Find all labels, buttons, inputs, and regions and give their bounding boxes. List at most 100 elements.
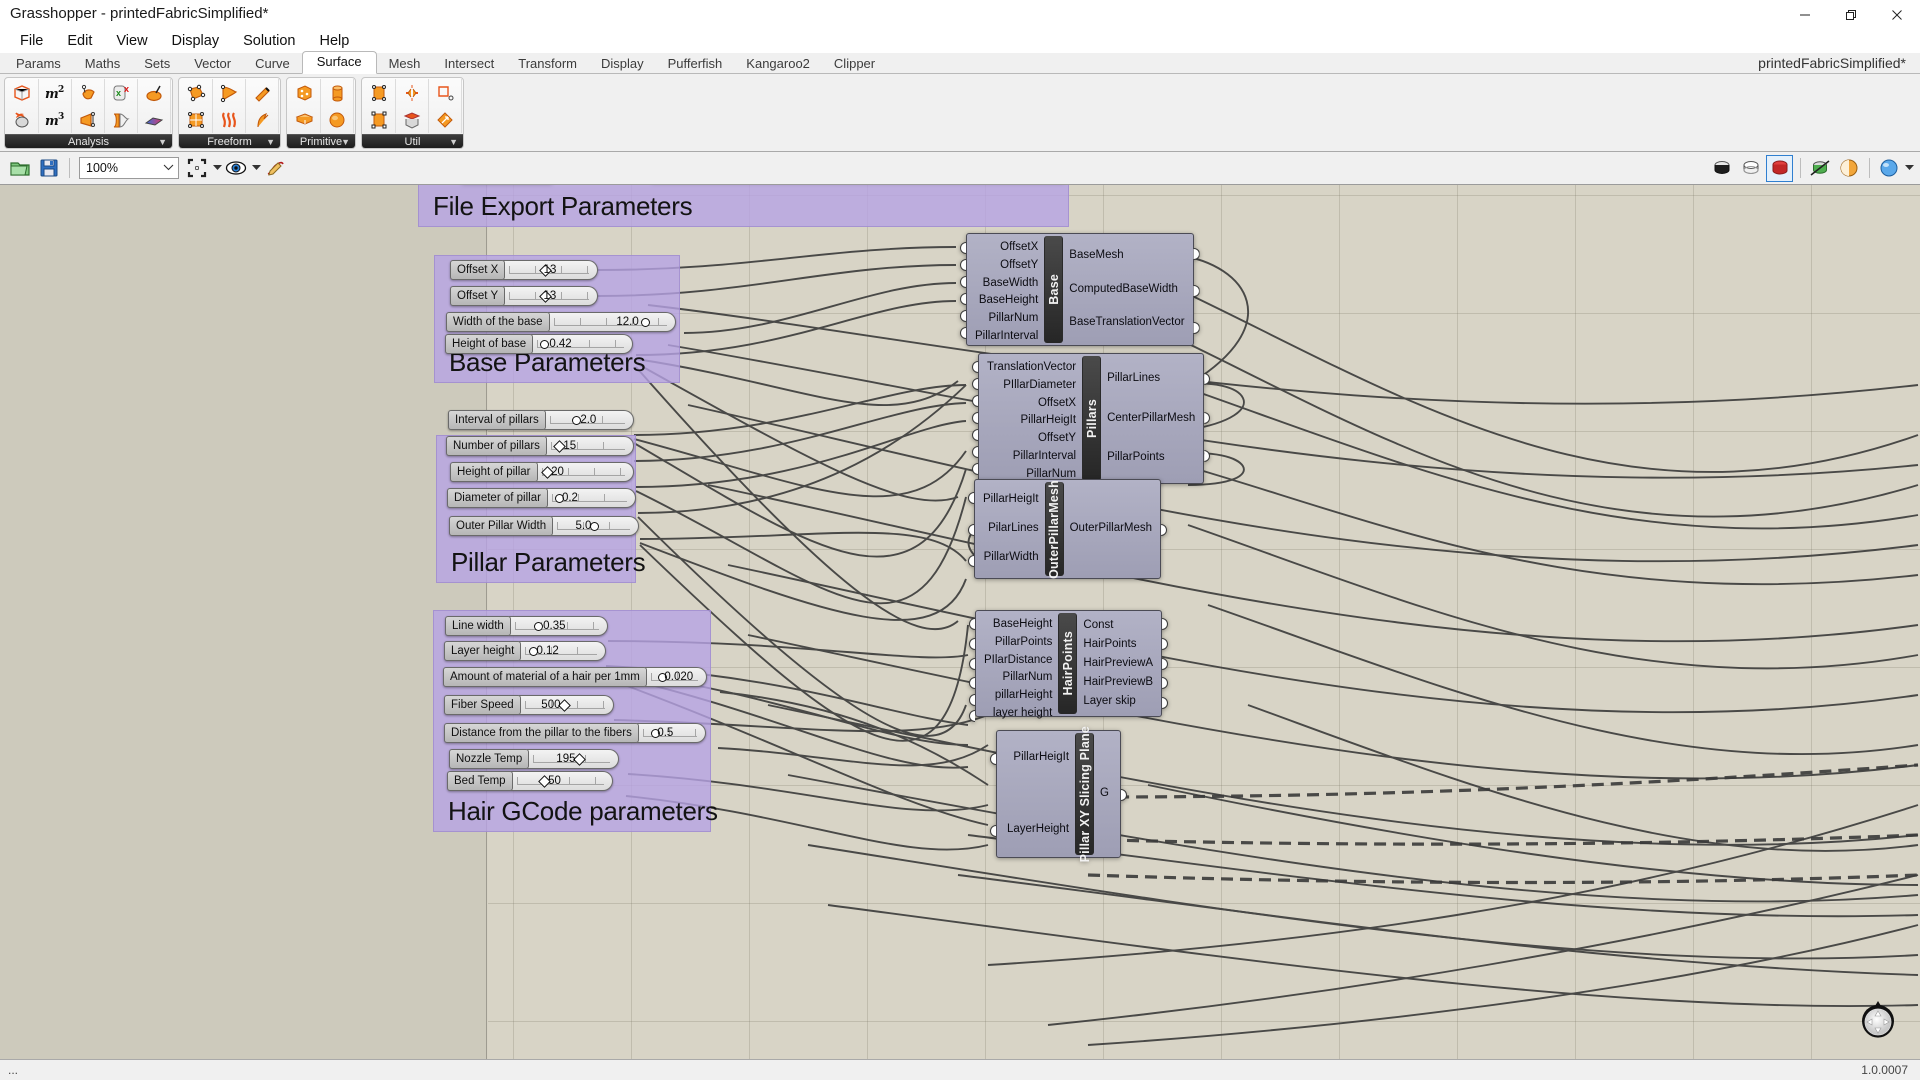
ribbon-group-label-freeform[interactable]: Freeform ▼ bbox=[179, 134, 280, 148]
cluster-input-basewidth[interactable]: BaseWidth bbox=[983, 275, 1039, 293]
cluster-input-pilardistance[interactable]: PIlarDistance bbox=[984, 652, 1052, 670]
cluster-input-pillarheight[interactable]: PillarHeigIt bbox=[983, 491, 1039, 509]
slider-output-port[interactable] bbox=[633, 521, 639, 533]
cluster-input-baseheight[interactable]: BaseHeight bbox=[993, 616, 1052, 634]
slider-output-port[interactable] bbox=[700, 728, 706, 740]
slider-track[interactable]: 0.020 bbox=[645, 667, 707, 687]
slider-grip[interactable] bbox=[641, 318, 650, 327]
brep-join-icon[interactable] bbox=[105, 106, 138, 133]
close-icon[interactable] bbox=[1874, 0, 1920, 29]
slider-track[interactable]: 0.35 bbox=[509, 616, 608, 636]
cluster-base[interactable]: OffsetX OffsetY BaseWidth BaseHeight Pil… bbox=[966, 233, 1194, 346]
cluster-title-bar[interactable]: OuterPillarMesh bbox=[1045, 482, 1064, 576]
surface-control-points-icon[interactable] bbox=[363, 79, 396, 106]
ribbon-group-label-util[interactable]: Util ▼ bbox=[362, 134, 463, 148]
chevron-down-icon[interactable]: ▼ bbox=[266, 137, 275, 147]
cluster-title-bar[interactable]: HairPoints bbox=[1058, 613, 1077, 714]
slider-height-of-base[interactable]: Height of base 0.42 bbox=[445, 334, 633, 354]
slider-offset-y[interactable]: Offset Y 13 bbox=[450, 286, 598, 306]
zoom-extents-dropdown-icon[interactable] bbox=[213, 163, 222, 173]
tab-params[interactable]: Params bbox=[4, 54, 73, 74]
slider-track[interactable]: 0.2 bbox=[546, 488, 636, 508]
cluster-output-pillarpoints[interactable]: PillarPoints bbox=[1107, 449, 1165, 467]
cluster-input-layerheight[interactable]: layer height bbox=[993, 705, 1052, 723]
slider-output-port[interactable] bbox=[600, 646, 606, 658]
preview-halfshade-icon[interactable] bbox=[1835, 155, 1862, 182]
render-preview-icon[interactable] bbox=[1766, 155, 1793, 182]
preview-off-icon[interactable] bbox=[1806, 155, 1833, 182]
tab-intersect[interactable]: Intersect bbox=[432, 54, 506, 74]
cluster-output-hairpoints[interactable]: HairPoints bbox=[1083, 636, 1136, 654]
cluster-outer-pillar-mesh[interactable]: PillarHeigIt PilarLines PillarWidth Oute… bbox=[974, 479, 1161, 579]
cluster-input-offsety[interactable]: OffsetY bbox=[1000, 257, 1038, 275]
canvas-navigation-compass[interactable] bbox=[1850, 995, 1906, 1047]
slider-output-port[interactable] bbox=[670, 317, 676, 329]
save-file-icon[interactable] bbox=[35, 155, 62, 182]
slider-track[interactable]: 50 bbox=[511, 771, 613, 791]
cluster-input-pillardiameter[interactable]: PIllarDiameter bbox=[1003, 377, 1076, 395]
cluster-input-pillarnum[interactable]: PillarNum bbox=[1003, 669, 1053, 687]
menu-file[interactable]: File bbox=[8, 31, 55, 51]
slider-track[interactable]: 12.0 bbox=[548, 312, 677, 332]
slider-distance-pillar-to-fibers[interactable]: Distance from the pillar to the fibers 0… bbox=[444, 723, 706, 743]
slider-output-port[interactable] bbox=[628, 441, 634, 453]
slider-diameter-of-pillar[interactable]: Diameter of pillar 0.2 bbox=[447, 488, 636, 508]
document-tab-label[interactable]: printedFabricSimplified* bbox=[1758, 55, 1906, 71]
tab-transform[interactable]: Transform bbox=[506, 54, 589, 74]
shaded-preview-icon[interactable] bbox=[1708, 155, 1735, 182]
cluster-output-const[interactable]: Const bbox=[1083, 617, 1113, 635]
cluster-output-centerpillarmesh[interactable]: CenterPillarMesh bbox=[1107, 410, 1195, 428]
cluster-input-offsetx[interactable]: OffsetX bbox=[1000, 239, 1038, 257]
surface-gradient-icon[interactable] bbox=[138, 106, 171, 133]
surface-curvature-icon[interactable] bbox=[72, 79, 105, 106]
tab-pufferfish[interactable]: Pufferfish bbox=[656, 54, 735, 74]
preview-settings-dropdown-icon[interactable] bbox=[1905, 163, 1914, 173]
cluster-output-hairpreviewb[interactable]: HairPreviewB bbox=[1083, 674, 1153, 692]
slider-output-port[interactable] bbox=[701, 672, 707, 684]
cluster-input-offsety[interactable]: OffsetY bbox=[1038, 430, 1076, 448]
menu-edit[interactable]: Edit bbox=[55, 31, 104, 51]
slider-interval-of-pillars[interactable]: Interval of pillars 2.0 bbox=[448, 410, 634, 430]
cluster-input-pillarheight[interactable]: pillarHeight bbox=[995, 687, 1053, 705]
cluster-input-pillarinterval[interactable]: PillarInterval bbox=[975, 328, 1038, 346]
slider-output-port[interactable] bbox=[628, 415, 634, 427]
cluster-input-pillarheight[interactable]: PillarHeigIt bbox=[1020, 412, 1076, 430]
cluster-input-offsetx[interactable]: OffsetX bbox=[1038, 395, 1076, 413]
slider-output-port[interactable] bbox=[628, 467, 634, 479]
group-pillar-parameters[interactable]: Pillar Parameters bbox=[436, 435, 636, 583]
maximize-icon[interactable] bbox=[1828, 0, 1874, 29]
tab-sets[interactable]: Sets bbox=[132, 54, 182, 74]
cluster-output-basetranslationvector[interactable]: BaseTranslationVector bbox=[1069, 314, 1184, 332]
tab-kangaroo2[interactable]: Kangaroo2 bbox=[734, 54, 822, 74]
slider-output-port[interactable] bbox=[607, 776, 613, 788]
open-file-icon[interactable] bbox=[6, 155, 33, 182]
slider-track[interactable]: 195 bbox=[527, 749, 619, 769]
slider-output-port[interactable] bbox=[613, 754, 619, 766]
box-corners-icon[interactable] bbox=[288, 79, 321, 106]
slider-number-of-pillars[interactable]: Number of pillars 15 bbox=[446, 436, 634, 456]
volume-m3-icon[interactable]: m3 bbox=[39, 106, 72, 133]
pipe-icon[interactable] bbox=[246, 79, 279, 106]
grasshopper-canvas[interactable]: File Export Parameters File name output1… bbox=[488, 185, 1920, 1059]
area-m2-icon[interactable]: m2 bbox=[39, 79, 72, 106]
cap-holes-icon[interactable] bbox=[396, 106, 429, 133]
surface-box-icon[interactable] bbox=[6, 79, 39, 106]
preview-eye-icon[interactable] bbox=[222, 155, 249, 182]
slider-output-port[interactable] bbox=[592, 265, 598, 277]
slider-width-of-the-base[interactable]: Width of the base 12.0 bbox=[446, 312, 676, 332]
zoom-level-select[interactable]: 100% bbox=[79, 157, 179, 179]
cluster-output-hairpreviewa[interactable]: HairPreviewA bbox=[1083, 655, 1153, 673]
surface-point-icon[interactable] bbox=[138, 79, 171, 106]
slider-fiber-speed[interactable]: Fiber Speed 500 bbox=[444, 695, 614, 715]
cluster-hairpoints[interactable]: BaseHeight PillarPoints PIlarDistance Pi… bbox=[975, 610, 1162, 717]
slider-output-port[interactable] bbox=[630, 493, 636, 505]
chevron-down-icon[interactable] bbox=[163, 163, 174, 174]
cluster-output-outerpillarmesh[interactable]: OuterPillarMesh bbox=[1070, 520, 1152, 538]
slider-layer-height[interactable]: Layer height 0.12 bbox=[444, 641, 606, 661]
cluster-title-bar[interactable]: Base bbox=[1044, 236, 1063, 343]
cluster-input-pillarpoints[interactable]: PillarPoints bbox=[995, 634, 1053, 652]
slider-outer-pillar-width[interactable]: Outer Pillar Width 5.0 bbox=[449, 516, 639, 536]
cluster-title-bar[interactable]: Pillars bbox=[1082, 356, 1101, 481]
cluster-output-pillarlines[interactable]: PillarLines bbox=[1107, 370, 1160, 388]
cluster-output-basemesh[interactable]: BaseMesh bbox=[1069, 247, 1123, 265]
